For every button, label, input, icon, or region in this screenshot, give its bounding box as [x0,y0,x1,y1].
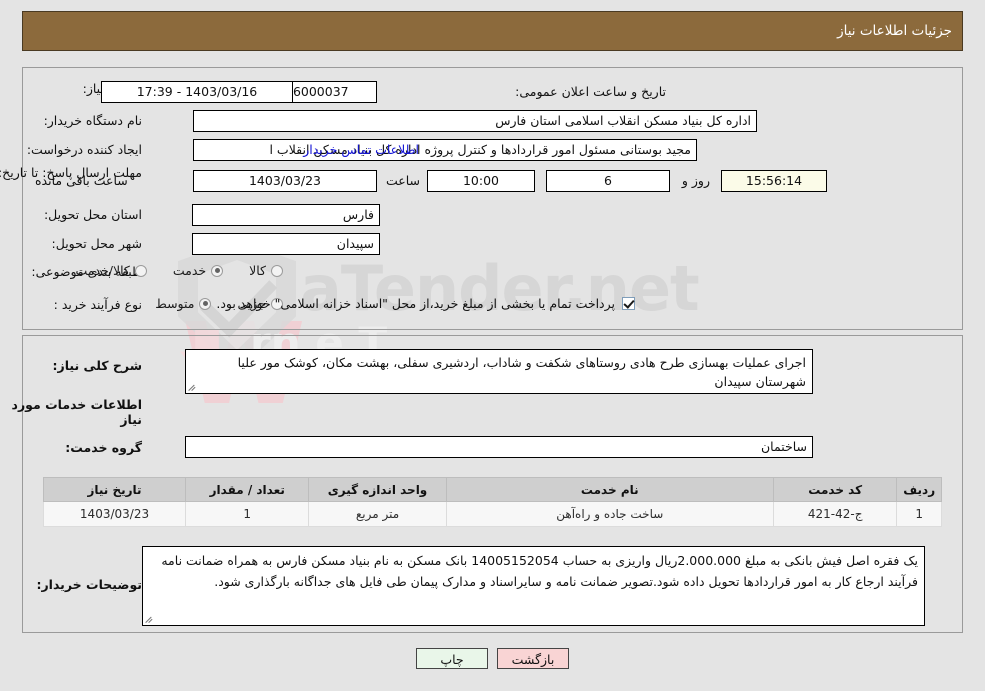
payment-note-row: پرداخت تمام یا بخشی از مبلغ خرید،از محل … [216,296,635,311]
deadline-time-value: 10:00 [427,170,535,192]
col-code: کد خدمت [772,477,898,502]
resize-grip-icon-notes[interactable] [145,615,154,624]
announce-datetime-value: 1403/03/16 - 17:39 [101,81,293,103]
city-label: شهر محل تحویل: [51,236,142,251]
buyer-org-value: اداره کل بنیاد مسکن انقلاب اسلامی استان … [193,110,757,132]
province-value: فارس [192,204,380,226]
requester-value: مجید بوستانی مسئول امور قراردادها و کنتر… [193,139,697,161]
cell-name: ساخت جاده و راه‌آهن [445,501,774,527]
category-label-2: کالا/خدمت [75,263,130,278]
table-row: 1 ج-42-421 ساخت جاده و راه‌آهن متر مربع … [42,501,942,527]
requester-label: ایجاد کننده درخواست: [26,142,142,157]
province-label: استان محل تحویل: [43,207,142,222]
remaining-hours-label: ساعت باقی مانده [35,173,128,188]
table-header-row: ردیف کد خدمت نام خدمت واحد اندازه گیری ت… [42,477,942,502]
category-label-0: کالا [249,263,266,278]
category-radio-group[interactable]: کالا خدمت کالا/خدمت [49,263,283,278]
buyer-notes-textarea[interactable]: یک فقره اصل فیش بانکی به مبلغ 2.000.000ر… [142,546,925,626]
cell-unit: متر مربع [308,501,447,527]
resize-grip-icon[interactable] [188,383,197,392]
category-label-1: خدمت [172,263,207,278]
col-name: نام خدمت [445,477,774,502]
category-option-2[interactable]: کالا/خدمت [75,263,147,278]
back-button[interactable]: بازگشت [497,648,569,669]
countdown-timer: 15:56:14 [721,170,827,192]
description-textarea[interactable]: اجرای عملیات بهسازی طرح هادی روستاهای شک… [185,349,813,394]
process-radio-1[interactable] [199,297,212,310]
cell-date: 1403/03/23 [42,501,187,527]
description-label: شرح کلی نیاز: [52,358,142,373]
process-label-row: نوع فرآیند خرید : [12,297,142,312]
city-value: سپیدان [192,233,380,255]
action-button-bar: بازگشت چاپ [0,648,985,669]
col-date: تاریخ نیاز [42,477,187,502]
buyer-notes-value: یک فقره اصل فیش بانکی به مبلغ 2.000.000ر… [161,553,918,589]
cell-qty: 1 [185,501,310,527]
process-label-1: متوسط [155,296,195,311]
col-qty: تعداد / مقدار [185,477,310,502]
category-option-0[interactable]: کالا [249,263,283,278]
days-left-value: 6 [546,170,670,192]
category-radio-2[interactable] [134,264,147,277]
page-title-bar: جزئیات اطلاعات نیاز [22,11,963,51]
payment-source-checkbox[interactable] [622,297,635,310]
category-radio-1[interactable] [211,264,224,277]
need-info-panel [22,67,963,330]
city-label-row: شهر محل تحویل: [22,236,142,251]
col-unit: واحد اندازه گیری [308,477,447,502]
days-word-label: روز و [681,173,710,188]
category-radio-0[interactable] [271,264,283,277]
col-radif: ردیف [896,477,942,502]
buyer-notes-label: توضیحات خریدار: [36,577,142,592]
deadline-time-label: ساعت [385,173,420,188]
services-table: ردیف کد خدمت نام خدمت واحد اندازه گیری ت… [42,477,942,527]
deadline-date-value: 1403/03/23 [193,170,377,192]
services-section-title: اطلاعات خدمات مورد نیاز [11,397,142,427]
service-group-label: گروه خدمت: [65,440,142,455]
province-label-row: استان محل تحویل: [22,207,142,222]
buyer-contact-link[interactable]: اطلاعات تماس خریدار [303,142,419,157]
category-option-1[interactable]: خدمت [172,263,224,278]
print-button[interactable]: چاپ [416,648,488,669]
payment-note-text: پرداخت تمام یا بخشی از مبلغ خرید،از محل … [216,296,615,311]
process-option-1[interactable]: متوسط [155,296,212,311]
cell-radif: 1 [896,501,942,527]
service-group-value: ساختمان [185,436,813,458]
buyer-org-label: نام دستگاه خریدار: [43,113,142,128]
requester-label-row: ایجاد کننده درخواست: [12,142,142,157]
page-title: جزئیات اطلاعات نیاز [837,23,952,39]
announce-datetime-label: تاریخ و ساعت اعلان عمومی: [515,84,666,99]
description-value: اجرای عملیات بهسازی طرح هادی روستاهای شک… [237,355,806,389]
buyer-org-label-row: نام دستگاه خریدار: [22,113,142,128]
cell-code: ج-42-421 [772,501,898,527]
